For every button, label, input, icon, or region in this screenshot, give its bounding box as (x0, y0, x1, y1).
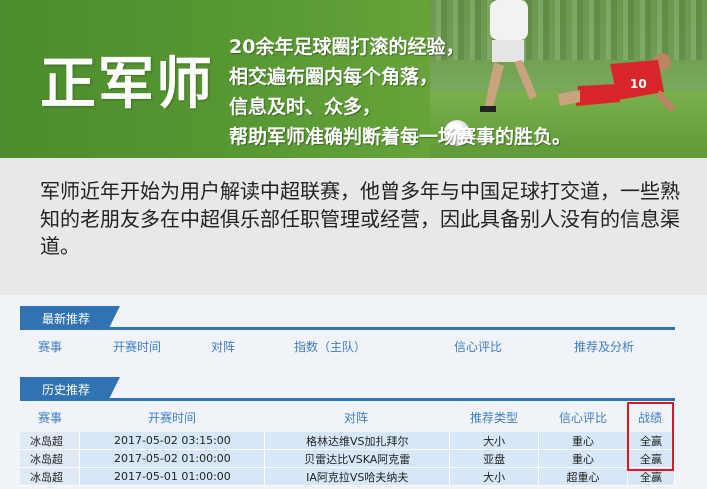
table-row[interactable]: 冰岛超 2017-05-02 01:00:00 贝雷达比VSKA阿克雷 亚盘 重… (20, 449, 675, 468)
red-kit-player-image: 10 (558, 53, 676, 112)
cell-fixture: 格林达维VS加扎拜尔 (264, 432, 451, 450)
cell-confidence: 重心 (538, 432, 628, 450)
history-tab[interactable]: 历史推荐 (20, 377, 120, 401)
col-header-recommendation: 推荐及分析 (573, 340, 635, 354)
section-rule (20, 327, 675, 330)
hero-banner: 10 正军师 20余年足球圈打滚的经验， 相交遍布圈内每个角落， 信息及时、众多… (0, 0, 707, 158)
col-header-tip-type: 推荐类型 (469, 411, 519, 425)
intro-text: 军师近年开始为用户解读中超联赛，他曾多年与中国足球打交道，一些熟知的老朋友多在中… (40, 179, 680, 258)
cell-tip-type: 大小 (449, 432, 540, 450)
cell-tip-type: 亚盘 (449, 449, 540, 468)
col-header-fixture: 对阵 (210, 340, 236, 354)
cell-fixture: IA阿克拉VS哈夫纳夫 (264, 467, 451, 486)
intro-section: 军师近年开始为用户解读中超联赛，他曾多年与中国足球打交道，一些熟知的老朋友多在中… (0, 158, 707, 295)
table-row[interactable]: 冰岛超 2017-05-02 03:15:00 格林达维VS加扎拜尔 大小 重心… (20, 432, 675, 450)
cell-confidence: 超重心 (538, 467, 628, 486)
cell-start-time: 2017-05-02 01:00:00 (79, 449, 266, 468)
section-rule (20, 398, 675, 401)
col-header-index: 指数（主队） (293, 340, 367, 354)
slogan-line: 信息及时、众多， (229, 96, 382, 118)
cell-fixture: 贝雷达比VSKA阿克雷 (264, 449, 451, 468)
slogan-line: 20余年足球圈打滚的经验， (229, 36, 465, 58)
col-header-start-time: 开赛时间 (112, 340, 162, 354)
cell-tip-type: 大小 (449, 467, 540, 486)
cell-league: 冰岛超 (20, 432, 81, 450)
col-header-fixture: 对阵 (343, 411, 369, 425)
cell-league: 冰岛超 (20, 449, 81, 468)
banner-slogan: 20余年足球圈打滚的经验， 相交遍布圈内每个角落， 信息及时、众多， 帮助军师准… (229, 32, 571, 152)
table-row[interactable]: 冰岛超 2017-05-01 01:00:00 IA阿克拉VS哈夫纳夫 大小 超… (20, 467, 675, 486)
col-header-match: 赛事 (37, 340, 63, 354)
result-column-highlight-box (627, 402, 674, 471)
latest-column-headers: 赛事 开赛时间 对阵 指数（主队） 信心评比 推荐及分析 (20, 336, 675, 356)
slogan-line: 相交遍布圈内每个角落， (229, 66, 439, 88)
latest-tab[interactable]: 最新推荐 (20, 306, 120, 330)
col-header-confidence: 信心评比 (453, 340, 503, 354)
history-tab-label: 历史推荐 (42, 383, 91, 397)
svg-text:10: 10 (630, 77, 647, 91)
history-column-headers: 赛事 开赛时间 对阵 推荐类型 信心评比 战绩 (20, 407, 675, 427)
slogan-line: 帮助军师准确判断着每一场赛事的胜负。 (229, 126, 572, 148)
cell-league: 冰岛超 (20, 467, 81, 486)
cell-start-time: 2017-05-01 01:00:00 (79, 467, 266, 486)
cell-confidence: 重心 (538, 449, 628, 468)
brand-title: 正军师 (40, 52, 214, 117)
col-header-match: 赛事 (37, 411, 63, 425)
latest-section-header: 最新推荐 (20, 306, 675, 330)
latest-tab-label: 最新推荐 (42, 312, 91, 326)
history-section-header: 历史推荐 (20, 377, 675, 401)
cell-start-time: 2017-05-02 03:15:00 (79, 432, 266, 450)
history-table: 冰岛超 2017-05-02 03:15:00 格林达维VS加扎拜尔 大小 重心… (20, 432, 675, 486)
col-header-start-time: 开赛时间 (147, 411, 197, 425)
col-header-confidence: 信心评比 (558, 411, 608, 425)
